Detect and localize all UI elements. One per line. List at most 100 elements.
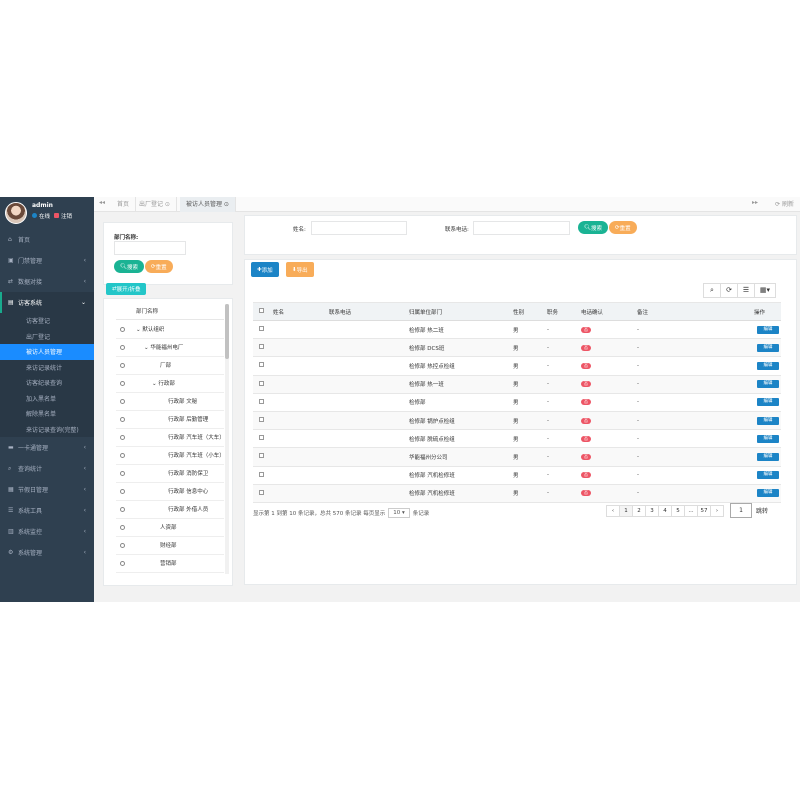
sidebar-item[interactable]: ▣ 门禁管理 ‹ <box>0 250 94 271</box>
refresh-button[interactable]: ⟳ 刷新 <box>775 197 794 212</box>
col-note[interactable]: 备注 <box>633 302 737 321</box>
tree-radio[interactable] <box>120 345 125 350</box>
tree-radio[interactable] <box>120 489 125 494</box>
sidebar-item[interactable]: ⇄ 数据对接 ‹ <box>0 271 94 292</box>
edit-button[interactable]: 编辑 <box>757 434 779 443</box>
table-row[interactable]: 检修部 热二班男 - 否 - 编辑 <box>253 320 781 340</box>
tree-node[interactable]: 财经部 <box>116 537 224 555</box>
tree-radio[interactable] <box>120 453 125 458</box>
table-row[interactable]: 检修部 脱硫点检组男 - 否 - 编辑 <box>253 429 781 449</box>
table-row[interactable]: 华能福州分公司男 - 否 - 编辑 <box>253 447 781 467</box>
edit-button[interactable]: 编辑 <box>757 380 779 389</box>
table-columns-icon[interactable]: ▦▾ <box>754 283 776 298</box>
col-name[interactable]: 姓名 <box>269 302 325 321</box>
row-checkbox[interactable] <box>258 344 264 350</box>
table-row[interactable]: 检修部 热控点检组男 - 否 - 编辑 <box>253 356 781 376</box>
sidebar-item[interactable]: ⌂ 首页 <box>0 229 94 250</box>
sidebar-subitem[interactable]: 加入黑名单 <box>0 390 94 406</box>
sidebar-subitem[interactable]: 来访记录统计 <box>0 359 94 375</box>
table-row[interactable]: 检修部 锅炉点检组男 - 否 - 编辑 <box>253 411 781 431</box>
edit-button[interactable]: 编辑 <box>757 325 779 334</box>
phone-confirm-badge[interactable]: 否 <box>581 417 591 424</box>
page-button[interactable]: 57 <box>697 505 711 517</box>
tab-exit-register[interactable]: 出厂登记 ⊙ <box>133 197 177 212</box>
row-checkbox[interactable] <box>258 471 264 477</box>
sidebar-item[interactable]: ⌕ 查询统计 ‹ <box>0 458 94 479</box>
tree-radio[interactable] <box>120 561 125 566</box>
expand-collapse-button[interactable]: ⇄ 展开/折叠 <box>106 283 147 295</box>
table-toggle-view-icon[interactable]: ☰ <box>737 283 755 298</box>
tree-node[interactable]: 人资部 <box>116 519 224 537</box>
phone-confirm-badge[interactable]: 否 <box>581 326 591 333</box>
phone-confirm-badge[interactable]: 否 <box>581 435 591 442</box>
tab-scroll-right-icon[interactable]: ▸▸ <box>752 199 758 206</box>
sidebar-item[interactable]: ☰ 系统工具 ‹ <box>0 500 94 521</box>
page-button[interactable]: 5 <box>671 505 685 517</box>
row-checkbox[interactable] <box>258 417 264 423</box>
phone-confirm-badge[interactable]: 否 <box>581 453 591 460</box>
tree-node[interactable]: ⌄ 行政部 <box>116 375 224 393</box>
page-button[interactable]: 3 <box>645 505 659 517</box>
tree-radio[interactable] <box>120 417 125 422</box>
tab-visitee-management[interactable]: 被访人员管理 ⊙ <box>180 197 236 212</box>
tree-node[interactable]: 行政部 文秘 <box>116 393 224 411</box>
sidebar-item[interactable]: ▬ 一卡通管理 ‹ <box>0 437 94 458</box>
phone-filter-input[interactable] <box>473 221 570 235</box>
table-refresh-icon[interactable]: ⟳ <box>720 283 738 298</box>
goto-page-input[interactable]: 1 <box>730 503 752 518</box>
col-phone-confirm[interactable]: 电话确认 <box>577 302 633 321</box>
table-row[interactable]: 检修部男 - 否 - 编辑 <box>253 393 781 412</box>
sidebar-subitem[interactable]: 解除黑名单 <box>0 406 94 422</box>
tree-node[interactable]: 厂部 <box>116 357 224 375</box>
dept-reset-button[interactable]: ⟳ 重置 <box>145 260 173 273</box>
col-post[interactable]: 职务 <box>543 302 577 321</box>
row-checkbox[interactable] <box>258 489 264 495</box>
tree-radio[interactable] <box>120 435 125 440</box>
tree-node[interactable]: ⌄ 默认组织 <box>116 321 224 339</box>
table-row[interactable]: 检修部 DCS班男 - 否 - 编辑 <box>253 338 781 358</box>
edit-button[interactable]: 编辑 <box>757 489 779 498</box>
sidebar-item[interactable]: ▤ 访客系统 ⌄ <box>0 292 94 313</box>
logout-link[interactable]: 注销 <box>54 212 72 220</box>
sidebar-subitem[interactable]: 出厂登记 <box>0 328 94 344</box>
sidebar-item[interactable]: ▥ 系统监控 ‹ <box>0 521 94 542</box>
tree-node[interactable]: 行政部 信息中心 <box>116 483 224 501</box>
filter-search-button[interactable]: 🔍︎ 搜索 <box>578 221 608 234</box>
dept-name-input[interactable] <box>114 241 186 255</box>
tree-radio[interactable] <box>120 363 125 368</box>
tree-scrollbar[interactable] <box>225 304 229 574</box>
dept-search-button[interactable]: 🔍︎ 搜索 <box>114 260 144 273</box>
goto-page-button[interactable]: 跳转 <box>756 506 768 515</box>
row-checkbox[interactable] <box>258 453 264 459</box>
table-row[interactable]: 检修部 汽机检修班男 - 否 - 编辑 <box>253 484 781 503</box>
table-search-icon[interactable]: ⌕ <box>703 283 721 298</box>
edit-button[interactable]: 编辑 <box>757 452 779 461</box>
sidebar-subitem[interactable]: 访客登记 <box>0 313 94 329</box>
tree-radio[interactable] <box>120 543 125 548</box>
export-button[interactable]: ⬇ 导出 <box>286 262 314 277</box>
phone-confirm-badge[interactable]: 否 <box>581 344 591 351</box>
sidebar-subitem[interactable]: 访客纪录查询 <box>0 375 94 391</box>
row-checkbox[interactable] <box>258 398 264 404</box>
tree-scrollbar-thumb[interactable] <box>225 304 229 359</box>
tree-radio[interactable] <box>120 525 125 530</box>
filter-reset-button[interactable]: ⟳ 重置 <box>609 221 637 234</box>
sidebar-item[interactable]: ▦ 节假日管理 ‹ <box>0 479 94 500</box>
phone-confirm-badge[interactable]: 否 <box>581 490 591 497</box>
edit-button[interactable]: 编辑 <box>757 361 779 370</box>
select-all-checkbox[interactable] <box>258 308 264 313</box>
page-button[interactable]: ‹ <box>606 505 620 517</box>
tree-radio[interactable] <box>120 399 125 404</box>
row-checkbox[interactable] <box>258 326 264 332</box>
page-size-select[interactable]: 10 ▾ <box>388 508 410 518</box>
tree-node[interactable]: 行政部 汽车班（大车） <box>116 429 224 447</box>
tree-node[interactable]: 营销部 <box>116 555 224 573</box>
tab-scroll-left-icon[interactable]: ◂◂ <box>97 199 107 206</box>
page-button[interactable]: 4 <box>658 505 672 517</box>
phone-confirm-badge[interactable]: 否 <box>581 381 591 388</box>
page-button[interactable]: ... <box>684 505 698 517</box>
tree-node[interactable]: ⌄ 华能福州电厂 <box>116 339 224 357</box>
name-filter-input[interactable] <box>311 221 407 235</box>
page-button[interactable]: 2 <box>632 505 646 517</box>
row-checkbox[interactable] <box>258 435 264 441</box>
